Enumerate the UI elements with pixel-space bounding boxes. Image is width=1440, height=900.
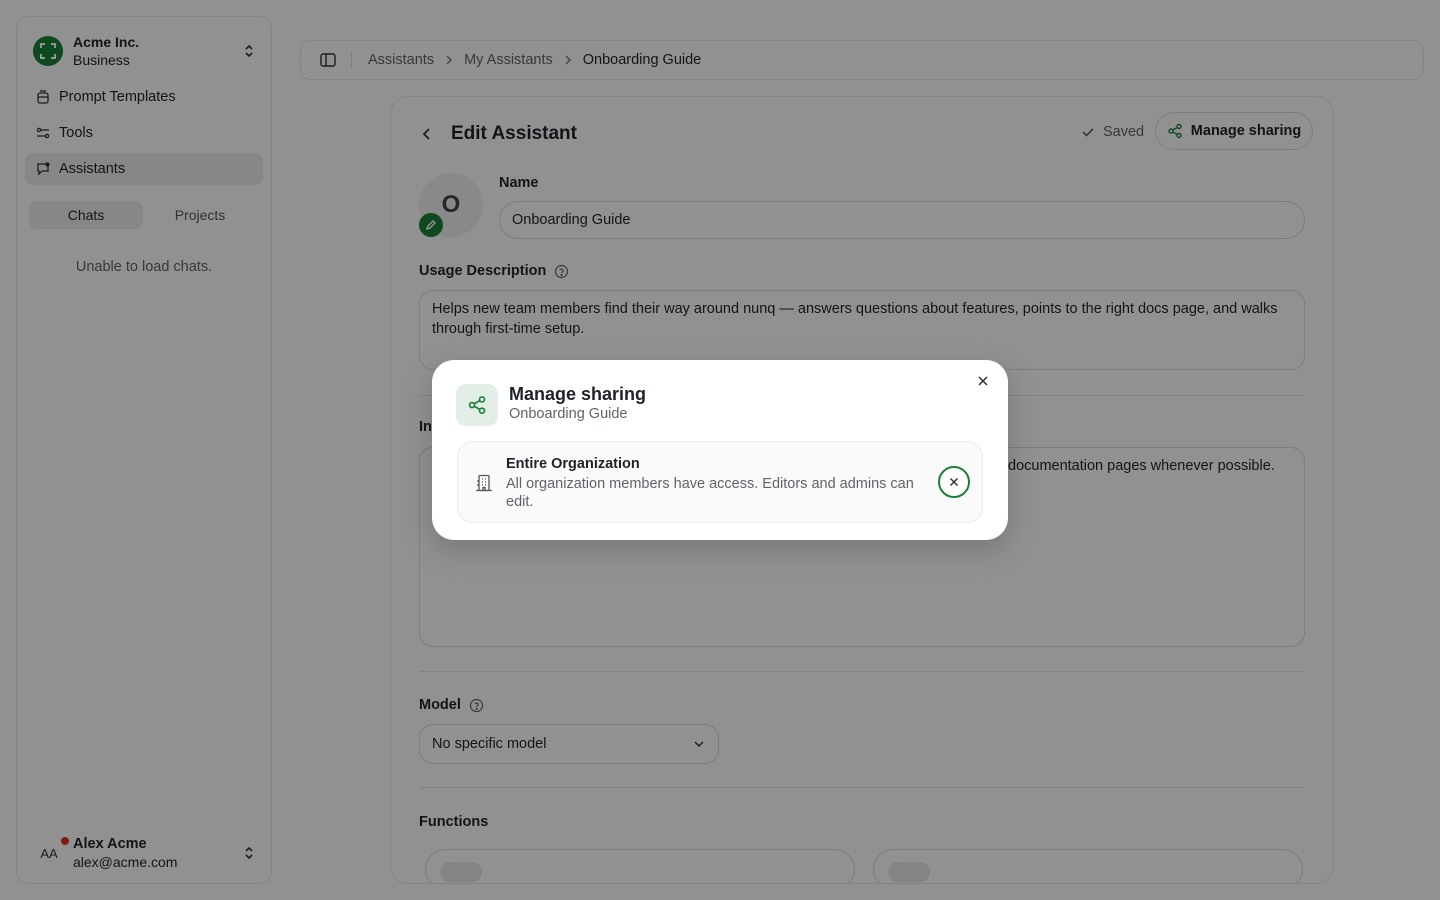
close-icon xyxy=(948,476,960,488)
dialog-title: Manage sharing xyxy=(509,384,647,404)
close-icon[interactable] xyxy=(974,372,992,390)
remove-access-button[interactable] xyxy=(938,466,970,498)
share-entry-organization: Entire Organization All organization mem… xyxy=(457,441,983,523)
manage-sharing-dialog: Manage sharing Onboarding Guide Entire O… xyxy=(432,360,1008,540)
building-icon xyxy=(474,473,494,493)
dialog-subtitle: Onboarding Guide xyxy=(509,406,628,422)
share-icon xyxy=(456,384,498,426)
share-entry-title: Entire Organization xyxy=(506,456,640,472)
share-entry-description: All organization members have access. Ed… xyxy=(506,476,914,510)
